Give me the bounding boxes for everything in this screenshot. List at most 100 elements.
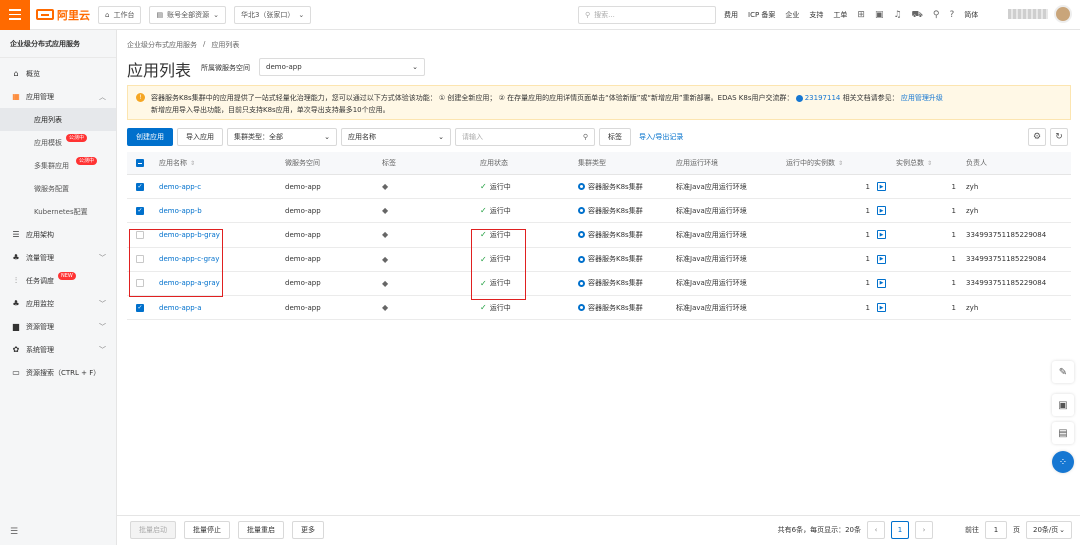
new-badge: NEW bbox=[58, 272, 76, 280]
hamburger-menu-icon[interactable] bbox=[0, 0, 30, 30]
row-checkbox[interactable]: ✓ bbox=[136, 303, 144, 312]
header-app-name[interactable]: 应用名称 ⇕ bbox=[153, 158, 279, 168]
import-export-log-link[interactable]: 导入/导出记录 bbox=[639, 132, 683, 142]
sidebar-item-app-monitoring[interactable]: ♣ 应用监控 ﹀ bbox=[0, 292, 116, 315]
tag-icon[interactable]: ◆ bbox=[382, 255, 388, 264]
top-link-enterprise[interactable]: 企业 bbox=[785, 10, 799, 20]
sidebar-item-traffic-management[interactable]: ♣ 流量管理 ﹀ bbox=[0, 246, 116, 269]
batch-stop-button[interactable]: 批量停止 bbox=[184, 521, 230, 539]
global-search-input[interactable]: ⚲ 搜索... bbox=[578, 6, 716, 24]
prev-page-button[interactable]: ‹ bbox=[867, 521, 885, 539]
app-search-input[interactable]: 请输入 ⚲ bbox=[455, 128, 595, 146]
running-count: 1 bbox=[865, 279, 870, 288]
sidebar-item-overview[interactable]: ⌂ 概览 bbox=[0, 62, 116, 85]
beta-badge: 公测中 bbox=[66, 134, 88, 142]
tag-icon[interactable]: ◆ bbox=[382, 303, 388, 312]
sidebar-item-system-management[interactable]: ✿ 系统管理 ﹀ bbox=[0, 338, 116, 361]
user-area[interactable] bbox=[1008, 5, 1072, 23]
bell-icon[interactable]: ♫ bbox=[893, 10, 901, 20]
chat-icon[interactable]: ▤ bbox=[1052, 422, 1074, 444]
refresh-icon[interactable]: ↻ bbox=[1050, 128, 1068, 146]
instance-detail-icon[interactable]: ▶ bbox=[877, 182, 886, 192]
settings-gear-icon[interactable]: ⚙ bbox=[1028, 128, 1046, 146]
header-total-instances[interactable]: 实例总数 ⇕ bbox=[890, 158, 960, 168]
next-page-button[interactable]: › bbox=[915, 521, 933, 539]
create-app-button[interactable]: 创建应用 bbox=[127, 128, 173, 146]
filter-field-select[interactable]: 应用名称 ⌄ bbox=[341, 128, 451, 146]
instance-detail-icon[interactable]: ▶ bbox=[877, 254, 886, 264]
app-name-link[interactable]: demo-app-a bbox=[159, 304, 202, 312]
batch-start-button[interactable]: 批量启动 bbox=[130, 521, 176, 539]
owner-cell: zyh bbox=[966, 182, 979, 191]
sidebar-item-multi-cluster-app[interactable]: 多集群应用 公测中 bbox=[0, 154, 116, 177]
sidebar-item-resource-management[interactable]: ▆ 资源管理 ﹀ bbox=[0, 315, 116, 338]
import-app-button[interactable]: 导入应用 bbox=[177, 128, 223, 146]
sidebar-item-app-architecture[interactable]: ☰ 应用架构 bbox=[0, 223, 116, 246]
cluster-type-select[interactable]: 集群类型：全部 ⌄ bbox=[227, 128, 337, 146]
tag-icon[interactable]: ◆ bbox=[382, 279, 388, 288]
sidebar-item-app-list[interactable]: 应用列表 bbox=[0, 108, 116, 131]
page-size-select[interactable]: 20条/页 ⌄ bbox=[1026, 521, 1072, 539]
region-dropdown[interactable]: 华北3（张家口） ⌄ bbox=[233, 5, 312, 24]
account-scope-dropdown[interactable]: ▤ 账号全部资源 ⌄ bbox=[149, 5, 226, 24]
location-icon[interactable]: ⚲ bbox=[933, 10, 940, 20]
row-checkbox[interactable] bbox=[136, 279, 144, 288]
page-title: 应用列表 bbox=[127, 61, 192, 80]
goto-page-input[interactable]: 1 bbox=[985, 521, 1007, 539]
tags-filter-button[interactable]: 标签 bbox=[599, 128, 631, 146]
row-checkbox[interactable]: ✓ bbox=[136, 206, 144, 215]
sidebar-item-app-management[interactable]: ▦ 应用管理 ︿ bbox=[0, 85, 116, 108]
total-count: 1 bbox=[951, 255, 956, 264]
aliyun-logo[interactable]: 阿里云 bbox=[36, 7, 90, 23]
namespace-cell: demo-app bbox=[285, 303, 321, 312]
row-checkbox[interactable]: ✓ bbox=[136, 182, 144, 191]
app-name-link[interactable]: demo-app-a-gray bbox=[159, 279, 220, 287]
docs-link[interactable]: 应用管理升级 bbox=[901, 94, 943, 102]
cart-icon[interactable]: ⛟ bbox=[912, 10, 923, 21]
language-switch[interactable]: 简体 bbox=[964, 10, 978, 20]
breadcrumb-item-root[interactable]: 企业级分布式应用服务 bbox=[127, 40, 197, 50]
app-name-link[interactable]: demo-app-b-gray bbox=[159, 231, 220, 239]
notice-banner: ! 容器服务K8s集群中的应用提供了一站式轻量化治理能力，您可以通过以下方式体验… bbox=[127, 85, 1071, 120]
batch-restart-button[interactable]: 批量重启 bbox=[238, 521, 284, 539]
row-checkbox[interactable] bbox=[136, 255, 144, 264]
header-running-instances[interactable]: 运行中的实例数 ⇕ bbox=[780, 158, 890, 168]
instance-detail-icon[interactable]: ▶ bbox=[877, 206, 886, 216]
top-link-support[interactable]: 支持 bbox=[809, 10, 823, 20]
select-all-checkbox[interactable] bbox=[136, 159, 144, 167]
avatar[interactable] bbox=[1054, 5, 1072, 23]
tag-icon[interactable]: ◆ bbox=[382, 206, 388, 215]
help-icon[interactable]: ? bbox=[949, 10, 954, 20]
workbench-button[interactable]: ⌂ 工作台 bbox=[98, 5, 142, 24]
namespace-select[interactable]: demo-app ⌄ bbox=[259, 58, 425, 76]
menu-icon[interactable]: ☰ bbox=[10, 527, 18, 537]
notebook-icon[interactable]: ▣ bbox=[1052, 394, 1074, 416]
sidebar-item-app-template[interactable]: 应用模板 公测中 bbox=[0, 131, 116, 154]
terminal-icon[interactable]: ⊞ bbox=[857, 10, 865, 20]
sidebar-item-resource-search[interactable]: ▭ 资源搜索（CTRL + F） bbox=[0, 361, 116, 384]
sidebar-item-label: 系统管理 bbox=[26, 345, 54, 354]
message-icon[interactable]: ▣ bbox=[875, 10, 884, 20]
app-name-link[interactable]: demo-app-b bbox=[159, 207, 202, 215]
sidebar-item-kubernetes-config[interactable]: Kubernetes配置 bbox=[0, 200, 116, 223]
tag-icon[interactable]: ◆ bbox=[382, 182, 388, 191]
instance-detail-icon[interactable]: ▶ bbox=[877, 303, 886, 313]
tag-icon[interactable]: ◆ bbox=[382, 230, 388, 239]
chevron-down-icon: ﹀ bbox=[99, 299, 106, 308]
app-name-link[interactable]: demo-app-c-gray bbox=[159, 255, 219, 263]
app-name-link[interactable]: demo-app-c bbox=[159, 183, 201, 191]
current-page-button[interactable]: 1 bbox=[891, 521, 909, 539]
sidebar-item-task-scheduling[interactable]: ⫶ 任务调度 NEW bbox=[0, 269, 116, 292]
edit-feedback-icon[interactable]: ✎ bbox=[1052, 361, 1074, 383]
instance-detail-icon[interactable]: ▶ bbox=[877, 278, 886, 288]
apps-grid-icon[interactable]: ⁘ bbox=[1052, 451, 1074, 473]
app-name-cell: demo-app-c bbox=[153, 183, 279, 191]
sidebar-item-microservice-config[interactable]: 微服务配置 bbox=[0, 177, 116, 200]
top-link-icp[interactable]: ICP 备案 bbox=[748, 10, 775, 20]
top-link-fee[interactable]: 费用 bbox=[724, 10, 738, 20]
more-button[interactable]: 更多 bbox=[292, 521, 324, 539]
top-link-ticket[interactable]: 工单 bbox=[833, 10, 847, 20]
instance-detail-icon[interactable]: ▶ bbox=[877, 230, 886, 240]
row-checkbox[interactable] bbox=[136, 230, 144, 239]
status-cell: ✓ 运行中 bbox=[474, 303, 572, 313]
